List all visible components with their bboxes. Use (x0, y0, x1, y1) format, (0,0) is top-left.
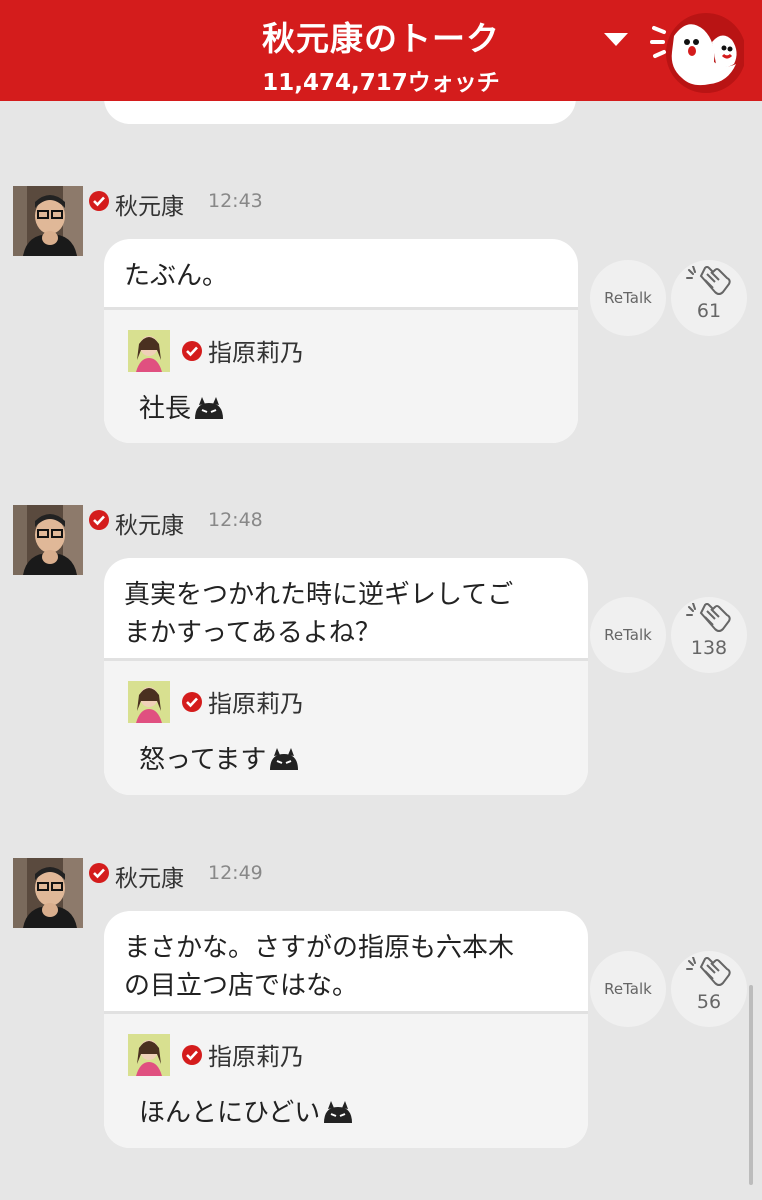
message-time: 12:49 (208, 862, 263, 884)
message-text-line: まさかな。さすがの指原も六本木 (124, 933, 515, 963)
message-author[interactable]: 秋元康 (115, 187, 184, 221)
quoted-text-row: 怒ってます (139, 739, 300, 779)
message-bubble: たぶん。 指原莉乃 社長 (104, 239, 578, 443)
quoted-avatar (128, 330, 170, 372)
retalk-button[interactable]: ReTalk (590, 597, 666, 673)
message-bubble: まさかな。さすがの指原も六本木 の目立つ店ではな。 指原莉乃 ほんとにひどい (104, 911, 588, 1148)
message-text-line: 真実をつかれた時に逆ギレしてご (124, 580, 514, 610)
avatar[interactable] (13, 505, 83, 575)
clap-button[interactable]: 61 (671, 260, 747, 336)
clap-button[interactable]: 56 (671, 951, 747, 1027)
scrollbar[interactable] (749, 985, 753, 1185)
message-text-line: たぶん。 (124, 261, 229, 291)
message-text: まさかな。さすがの指原も六本木 の目立つ店ではな。 (104, 911, 588, 1005)
verified-badge-icon (182, 692, 202, 712)
message-author[interactable]: 秋元康 (115, 506, 184, 540)
quoted-author: 指原莉乃 (208, 339, 304, 367)
clap-hands-icon (686, 603, 731, 632)
verified-badge-icon (89, 510, 109, 530)
quoted-text: 怒ってます (139, 745, 267, 775)
message-bubble: 真実をつかれた時に逆ギレしてご まかすってあるよね？ 指原莉乃 怒ってます (104, 558, 588, 795)
angry-face-icon (322, 1101, 354, 1132)
message-text: たぶん。 (104, 239, 578, 295)
retalk-button[interactable]: ReTalk (590, 260, 666, 336)
clap-hands-icon (686, 266, 731, 295)
quoted-text: ほんとにひどい (139, 1098, 321, 1128)
message-time: 12:43 (208, 190, 263, 212)
clap-count: 61 (696, 300, 722, 322)
quoted-message[interactable]: 指原莉乃 ほんとにひどい (104, 1011, 588, 1148)
quoted-avatar (128, 681, 170, 723)
message-author[interactable]: 秋元康 (115, 859, 184, 893)
quoted-text-row: 社長 (139, 388, 225, 428)
quoted-avatar (128, 1034, 170, 1076)
clap-count: 138 (690, 637, 728, 659)
quoted-text-row: ほんとにひどい (139, 1092, 354, 1132)
watch-count: 11,474,717ウォッチ (262, 70, 500, 96)
avatar[interactable] (13, 186, 83, 256)
angry-face-icon (268, 748, 300, 779)
message-text-line: の目立つ店ではな。 (124, 971, 359, 1001)
ghost-mascot-icon[interactable] (650, 8, 746, 94)
page-title: 秋元康のトーク (262, 19, 500, 58)
quoted-message[interactable]: 指原莉乃 怒ってます (104, 658, 588, 795)
avatar[interactable] (13, 858, 83, 928)
message-text: 真実をつかれた時に逆ギレしてご まかすってあるよね？ (104, 558, 588, 652)
clap-count: 56 (696, 991, 722, 1013)
quoted-author: 指原莉乃 (208, 690, 304, 718)
message-item: 秋元康 12:43 たぶん。 指原莉乃 社長 ReTalk 61 (0, 186, 762, 446)
verified-badge-icon (89, 191, 109, 211)
angry-face-icon (193, 397, 225, 428)
verified-badge-icon (89, 863, 109, 883)
clap-button[interactable]: 138 (671, 597, 747, 673)
message-item: 秋元康 12:48 真実をつかれた時に逆ギレしてご まかすってあるよね？ 指原莉… (0, 505, 762, 800)
verified-badge-icon (182, 1045, 202, 1065)
quoted-author: 指原莉乃 (208, 1043, 304, 1071)
verified-badge-icon (182, 341, 202, 361)
quoted-text: 社長 (139, 394, 192, 424)
retalk-button[interactable]: ReTalk (590, 951, 666, 1027)
clap-hands-icon (686, 957, 731, 986)
message-text-line: まかすってあるよね？ (124, 618, 381, 648)
message-time: 12:48 (208, 509, 263, 531)
app-header: 秋元康のトーク 11,474,717ウォッチ (0, 0, 762, 101)
quoted-message[interactable]: 指原莉乃 社長 (104, 307, 578, 443)
chevron-down-icon[interactable] (601, 30, 631, 50)
message-item: 秋元康 12:49 まさかな。さすがの指原も六本木 の目立つ店ではな。 指原莉乃… (0, 858, 762, 1153)
